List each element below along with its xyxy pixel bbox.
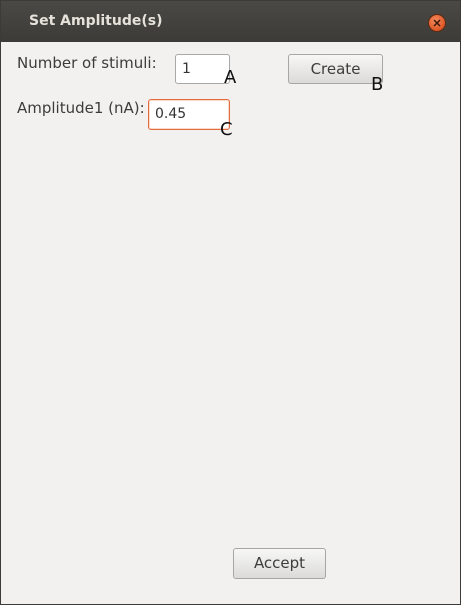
- annotation-marker-a: A: [224, 67, 237, 88]
- accept-button[interactable]: Accept: [233, 548, 326, 579]
- annotation-marker-c: C: [220, 119, 233, 140]
- dialog-title: Set Amplitude(s): [29, 13, 163, 29]
- amplitude1-label: Amplitude1 (nA):: [17, 99, 145, 117]
- number-of-stimuli-input[interactable]: 1: [175, 54, 230, 84]
- close-icon: [433, 19, 441, 27]
- annotation-marker-b: B: [371, 74, 384, 95]
- amplitude1-input[interactable]: 0.45: [148, 99, 230, 130]
- close-button[interactable]: [428, 14, 446, 32]
- title-bar[interactable]: Set Amplitude(s): [1, 1, 460, 42]
- create-button[interactable]: Create: [288, 54, 383, 84]
- number-of-stimuli-label: Number of stimuli:: [17, 54, 157, 72]
- set-amplitude-dialog: Set Amplitude(s) Number of stimuli: 1 A …: [0, 0, 461, 605]
